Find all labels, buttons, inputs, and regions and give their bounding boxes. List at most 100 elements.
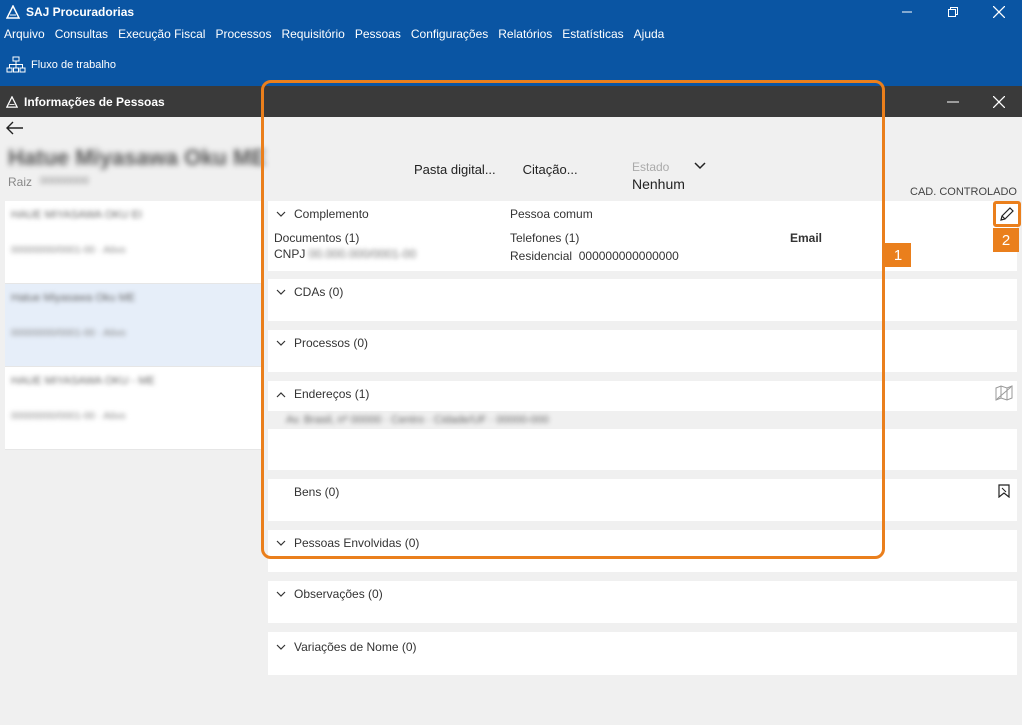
callout-badge-2: 2 xyxy=(993,228,1019,252)
bookmark-icon xyxy=(998,484,1010,499)
complemento-header[interactable]: Complemento xyxy=(276,207,369,221)
bens-button[interactable] xyxy=(997,484,1011,501)
chevron-down-icon xyxy=(694,162,706,170)
telefone-tipo: Residencial xyxy=(510,249,573,263)
telefones-label[interactable]: Telefones (1) xyxy=(510,231,679,245)
saj-logo-icon xyxy=(6,5,20,19)
enderecos-section: Endereços (1) Av. Brasil, nº 00000 · Cen… xyxy=(268,381,1017,470)
chevron-down-icon xyxy=(276,289,286,295)
list-item-name: HAUE MIYASAWA OKU EI xyxy=(11,209,143,221)
saj-logo-icon xyxy=(6,95,18,108)
bens-title: Bens (0) xyxy=(294,485,340,499)
back-arrow-icon xyxy=(6,121,23,135)
bens-header[interactable]: Bens (0) xyxy=(294,485,339,499)
map-button[interactable] xyxy=(995,385,1013,404)
fluxo-de-trabalho-button[interactable]: Fluxo de trabalho xyxy=(6,56,116,74)
endereco-row[interactable]: Av. Brasil, nº 00000 · Centro · Cidade/U… xyxy=(268,411,1017,429)
minimize-icon xyxy=(902,11,912,13)
list-item-sub: 00000000/0001-00 · Ativo xyxy=(11,328,126,339)
pencil-icon xyxy=(1000,207,1014,221)
pasta-digital-link[interactable]: Pasta digital... xyxy=(414,162,496,177)
window-close-button[interactable] xyxy=(976,86,1022,117)
cnpj-value: 00.000.000/0001-00 xyxy=(308,247,417,261)
pessoa-tipo: Pessoa comum xyxy=(510,207,593,221)
minimize-icon xyxy=(947,101,959,102)
list-item[interactable]: HAUE MIYASAWA OKU EI 00000000/0001-00 · … xyxy=(5,201,261,284)
person-list: HAUE MIYASAWA OKU EI 00000000/0001-00 · … xyxy=(5,201,261,451)
chevron-up-icon xyxy=(276,391,286,397)
app-title: SAJ Procuradorias xyxy=(26,5,135,19)
observacoes-title: Observações (0) xyxy=(294,587,383,601)
menu-requisitorio[interactable]: Requisitório xyxy=(281,27,344,41)
observacoes-header[interactable]: Observações (0) xyxy=(276,587,383,601)
list-item[interactable]: Hatue Miyasawa Oku ME 00000000/0001-00 ·… xyxy=(5,284,261,367)
menu-execucao-fiscal[interactable]: Execução Fiscal xyxy=(118,27,205,41)
telefones-block: Telefones (1) Residencial 00000000000000… xyxy=(510,231,679,263)
cdas-title: CDAs (0) xyxy=(294,285,344,299)
chevron-down-icon xyxy=(276,211,286,217)
menu-estatisticas[interactable]: Estatísticas xyxy=(562,27,623,41)
close-icon xyxy=(993,6,1005,18)
menu-processos[interactable]: Processos xyxy=(215,27,271,41)
menu-consultas[interactable]: Consultas xyxy=(55,27,108,41)
menu-pessoas[interactable]: Pessoas xyxy=(355,27,401,41)
enderecos-header[interactable]: Endereços (1) xyxy=(276,387,369,401)
variacoes-section: Variações de Nome (0) xyxy=(268,632,1017,675)
back-button[interactable] xyxy=(6,121,24,138)
map-icon xyxy=(995,385,1013,401)
processos-header[interactable]: Processos (0) xyxy=(276,336,368,350)
list-item-sub: 00000000/0001-00 · Ativo xyxy=(11,245,126,256)
window-title: Informações de Pessoas xyxy=(24,94,165,109)
menu-bar: Arquivo Consultas Execução Fiscal Proces… xyxy=(0,24,1022,44)
envolvidas-title: Pessoas Envolvidas (0) xyxy=(294,536,420,550)
list-item[interactable]: HAUE MIYASAWA OKU - ME 00000000/0001-00 … xyxy=(5,367,261,450)
window-minimize-button[interactable] xyxy=(930,86,976,117)
org-chart-icon xyxy=(6,56,26,73)
envolvidas-header[interactable]: Pessoas Envolvidas (0) xyxy=(276,536,419,550)
variacoes-header[interactable]: Variações de Nome (0) xyxy=(276,640,417,654)
minimize-button[interactable] xyxy=(884,0,930,24)
variacoes-title: Variações de Nome (0) xyxy=(294,640,417,654)
documentos-label[interactable]: Documentos (1) xyxy=(274,231,416,245)
restore-button[interactable] xyxy=(930,0,976,24)
complemento-title: Complemento xyxy=(294,207,369,221)
toolbar: Fluxo de trabalho xyxy=(0,44,1022,86)
telefone-numero: 000000000000000 xyxy=(578,249,679,263)
chevron-down-icon xyxy=(276,591,286,597)
estado-value: Nenhum xyxy=(632,176,685,192)
chevron-down-icon xyxy=(276,340,286,346)
cdas-header[interactable]: CDAs (0) xyxy=(276,285,343,299)
details-panel: Complemento Pessoa comum Documentos (1) … xyxy=(268,201,1017,676)
list-item-name: HAUE MIYASAWA OKU - ME xyxy=(11,375,155,387)
callout-badge-1: 1 xyxy=(885,243,911,267)
menu-relatorios[interactable]: Relatórios xyxy=(498,27,552,41)
citacao-link[interactable]: Citação... xyxy=(523,162,578,177)
enderecos-title: Endereços (1) xyxy=(294,387,370,401)
cdas-section: CDAs (0) xyxy=(268,279,1017,321)
list-item-name: Hatue Miyasawa Oku ME xyxy=(11,292,136,304)
email-label[interactable]: Email xyxy=(790,231,822,245)
cad-controlado-label: CAD. CONTROLADO xyxy=(910,186,1017,198)
menu-configuracoes[interactable]: Configurações xyxy=(411,27,488,41)
estado-dropdown[interactable]: Estado Nenhum xyxy=(632,160,706,192)
fluxo-label: Fluxo de trabalho xyxy=(31,59,116,71)
person-name: Hatue Miyasawa Oku ME xyxy=(8,145,266,170)
bens-section: Bens (0) xyxy=(268,479,1017,521)
documentos-block: Documentos (1) CNPJ 00.000.000/0001-00 xyxy=(274,231,416,261)
raiz-label: Raiz xyxy=(8,175,33,189)
list-item-sub: 00000000/0001-00 · Ativo xyxy=(11,411,126,422)
chevron-down-icon xyxy=(276,644,286,650)
edit-button[interactable] xyxy=(993,201,1021,227)
estado-label: Estado xyxy=(632,160,670,174)
envolvidas-section: Pessoas Envolvidas (0) xyxy=(268,530,1017,572)
endereco-value: Av. Brasil, nº 00000 · Centro · Cidade/U… xyxy=(286,414,549,426)
chevron-down-icon xyxy=(276,540,286,546)
menu-ajuda[interactable]: Ajuda xyxy=(634,27,665,41)
app-title-bar: SAJ Procuradorias xyxy=(0,0,1022,24)
menu-arquivo[interactable]: Arquivo xyxy=(4,27,45,41)
close-button[interactable] xyxy=(976,0,1022,24)
close-icon xyxy=(993,95,1005,108)
raiz-value: 00000000 xyxy=(40,175,89,187)
processos-title: Processos (0) xyxy=(294,336,369,350)
processos-section: Processos (0) xyxy=(268,330,1017,372)
